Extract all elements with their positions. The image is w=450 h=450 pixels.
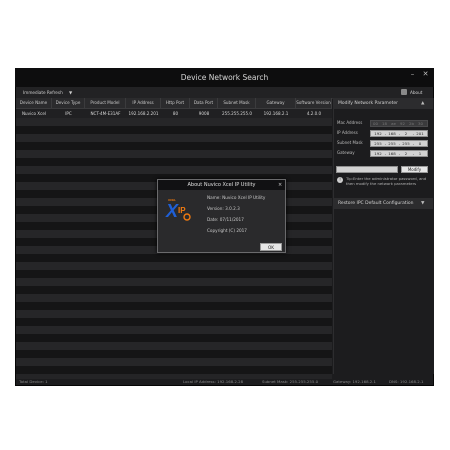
- table-cell: NCT-4M-E31AF: [90, 111, 121, 116]
- xcel-ip-logo-icon: XCEL X IP: [165, 198, 191, 221]
- empty-table-row: [16, 134, 332, 142]
- tip-text: Tip:Enter the administrator password, an…: [346, 176, 427, 186]
- empty-table-row: [16, 262, 332, 270]
- empty-table-row: [16, 310, 332, 318]
- column-header-http-port[interactable]: Http Port: [161, 98, 190, 108]
- mac-address-field: 00 18 ae 92 2b 30: [370, 120, 428, 127]
- subnet-segment[interactable]: 255: [387, 141, 397, 146]
- dialog-close-icon[interactable]: ×: [278, 180, 284, 190]
- ip-segment[interactable]: 168: [387, 131, 397, 136]
- immediate-refresh-button[interactable]: Immediate Refresh: [23, 88, 63, 97]
- empty-table-row: [16, 118, 332, 126]
- ip-address-field[interactable]: 192 - 168 - 2 - 201: [370, 130, 428, 137]
- column-header-gateway[interactable]: Gateway: [256, 98, 296, 108]
- column-header-device-type[interactable]: Device Type: [52, 98, 85, 108]
- ip-segment[interactable]: 201: [415, 131, 425, 136]
- info-icon: !: [337, 177, 343, 183]
- dialog-title: About Nuvico Xcel IP Utility: [187, 182, 256, 188]
- dialog-copyright: Copyright (C) 2017: [207, 228, 247, 233]
- logo-ip: IP: [178, 206, 186, 215]
- gateway-label: Gateway: [337, 150, 355, 155]
- status-local-ip: Local IP Address: 192.168.2.28: [183, 379, 244, 384]
- subnet-segment[interactable]: 0: [415, 141, 425, 146]
- mac-segment: 18: [382, 121, 387, 126]
- mac-segment: 2b: [409, 121, 414, 126]
- gateway-segment[interactable]: 192: [373, 151, 383, 156]
- password-input[interactable]: [336, 166, 398, 173]
- subnet-segment[interactable]: 255: [373, 141, 383, 146]
- table-cell: Nuvico Xcel: [22, 111, 46, 116]
- column-header-ip-address[interactable]: IP Address: [126, 98, 161, 108]
- table-cell: 4.2.0.0: [306, 111, 322, 116]
- ip-segment[interactable]: 2: [401, 131, 411, 136]
- table-cell: 192.168.2.1: [263, 111, 289, 116]
- column-header-data-port[interactable]: Data Port: [190, 98, 218, 108]
- ip-address-label: IP Address: [337, 130, 358, 135]
- empty-table-row: [16, 326, 332, 334]
- subnet-segment[interactable]: 255: [401, 141, 411, 146]
- table-cell: 9008: [198, 111, 210, 116]
- column-header-device-name[interactable]: Device Name: [16, 98, 52, 108]
- gateway-segment[interactable]: 1: [415, 151, 425, 156]
- close-icon[interactable]: ✕: [421, 70, 430, 79]
- mac-segment: 00: [373, 121, 378, 126]
- collapse-icon[interactable]: ▲: [421, 98, 424, 109]
- minimize-icon[interactable]: –: [408, 70, 417, 79]
- ip-segment[interactable]: 192: [373, 131, 383, 136]
- subnet-mask-label: Subnet Mask: [337, 140, 363, 145]
- mac-address-label: Mac Address: [337, 120, 363, 125]
- empty-table-row: [16, 150, 332, 158]
- empty-table-row: [16, 278, 332, 286]
- refresh-dropdown-icon[interactable]: ▼: [69, 88, 72, 97]
- column-header-product-model[interactable]: Product Model: [85, 98, 126, 108]
- expand-icon[interactable]: ▼: [421, 198, 424, 209]
- dialog-product-name: Name: Nuvico Xcel IP Utility: [207, 195, 266, 200]
- table-cell: 255.255.255.0: [222, 111, 252, 116]
- ok-button[interactable]: OK: [260, 243, 282, 251]
- gateway-field[interactable]: 192 - 168 - 2 - 1: [370, 150, 428, 157]
- status-gateway: Gateway: 192.168.2.1: [333, 379, 376, 384]
- modify-button[interactable]: Modify: [401, 166, 428, 173]
- column-header-software-version[interactable]: Software Version: [296, 98, 332, 108]
- window-title: Device Network Search: [180, 73, 269, 82]
- dialog-version: Version: 3.0.2.3: [207, 206, 240, 211]
- empty-table-row: [16, 358, 332, 366]
- table-cell: IPC: [65, 111, 72, 116]
- gateway-segment[interactable]: 2: [401, 151, 411, 156]
- mac-segment: ae: [391, 121, 396, 126]
- empty-table-row: [16, 342, 332, 350]
- logo-x: X: [165, 201, 179, 221]
- mac-segment: 92: [400, 121, 405, 126]
- dialog-date: Date: 07/11/2017: [207, 217, 244, 222]
- mac-segment: 30: [418, 121, 423, 126]
- table-cell: 192.168.2.201: [128, 111, 159, 116]
- gateway-segment[interactable]: 168: [387, 151, 397, 156]
- empty-table-row: [16, 166, 332, 174]
- about-button[interactable]: About: [410, 88, 422, 97]
- empty-table-row: [16, 294, 332, 302]
- status-total-devices: Total Device: 1: [19, 379, 48, 384]
- about-icon[interactable]: [401, 89, 407, 95]
- subnet-mask-field[interactable]: 255 - 255 - 255 - 0: [370, 140, 428, 147]
- restore-default-title: Restore IPC Default Configuration: [338, 201, 414, 206]
- status-subnet-mask: Subnet Mask: 255.255.255.0: [262, 379, 319, 384]
- table-cell: 80: [172, 111, 179, 116]
- column-header-subnet-mask[interactable]: Subnet Mask: [218, 98, 256, 108]
- status-dns: DNS: 192.168.2.1: [389, 379, 424, 384]
- modify-parameter-title: Modify Network Parameter: [338, 101, 398, 106]
